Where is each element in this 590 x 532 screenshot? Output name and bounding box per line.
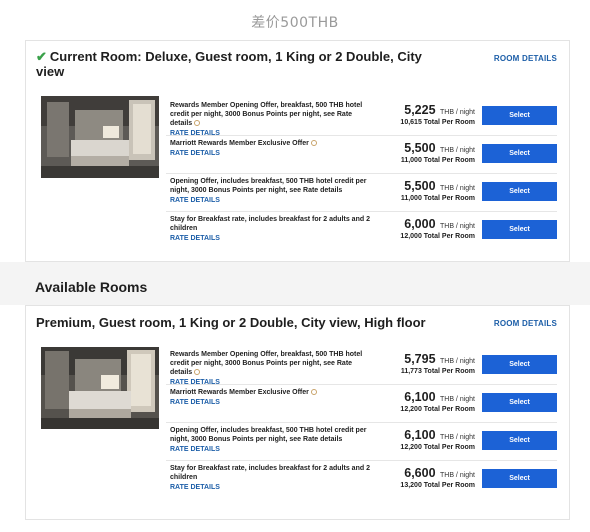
nightly-price: 6,100 [404,390,436,404]
rate-description: Opening Offer, includes breakfast, 500 T… [170,177,375,205]
rate-description: Rewards Member Opening Offer, breakfast,… [170,350,375,387]
offer-tag-icon [310,389,317,396]
price-block: 5,225 THB / night 10,615 Total Per Room [400,101,475,126]
rate-description-text: Opening Offer, includes breakfast, 500 T… [170,427,367,443]
price-block: 6,000 THB / night 12,000 Total Per Room [400,215,475,240]
price-block: 6,100 THB / night 12,200 Total Per Room [400,388,475,413]
rate-description: Opening Offer, includes breakfast, 500 T… [170,426,375,454]
nightly-price: 6,100 [404,428,436,442]
nightly-price: 6,000 [404,217,436,231]
select-button[interactable]: Select [482,182,557,201]
rate-details-link[interactable]: RATE DETAILS [170,445,375,454]
offer-tag-icon [194,369,201,376]
current-room-panel: ✔ Current Room: Deluxe, Guest room, 1 Kin… [25,40,570,262]
select-button[interactable]: Select [482,355,557,374]
nightly-price: 6,600 [404,466,436,480]
rate-details-link[interactable]: RATE DETAILS [170,483,375,492]
available-room-panel: Premium, Guest room, 1 King or 2 Double,… [25,305,570,520]
rate-details-link[interactable]: RATE DETAILS [170,149,375,158]
total-price: 11,000 Total Per Room [400,195,475,202]
rate-row: Stay for Breakfast rate, includes breakf… [166,212,557,250]
nightly-price: 5,225 [404,103,436,117]
select-button[interactable]: Select [482,469,557,488]
rate-description-text: Stay for Breakfast rate, includes breakf… [170,216,370,232]
nightly-price: 5,500 [404,141,436,155]
total-price: 12,200 Total Per Room [400,444,475,451]
select-button[interactable]: Select [482,431,557,450]
select-button[interactable]: Select [482,106,557,125]
rate-row: Rewards Member Opening Offer, breakfast,… [166,347,557,387]
price-block: 5,500 THB / night 11,000 Total Per Room [401,139,475,164]
rate-details-link[interactable]: RATE DETAILS [170,196,375,205]
total-price: 13,200 Total Per Room [400,482,475,489]
price-unit: THB / night [439,396,475,403]
current-room-photo [41,96,159,178]
total-price: 11,773 Total Per Room [400,368,475,375]
rate-description: Rewards Member Opening Offer, breakfast,… [170,101,375,138]
rate-description: Marriott Rewards Member Exclusive Offer … [170,388,375,407]
page-caption: 差价500THB [251,15,339,31]
price-block: 5,500 THB / night 11,000 Total Per Room [401,177,475,202]
price-unit: THB / night [439,147,475,154]
nightly-price: 5,500 [404,179,436,193]
nightly-price: 5,795 [404,352,436,366]
total-price: 10,615 Total Per Room [400,119,475,126]
rate-description-text: Stay for Breakfast rate, includes breakf… [170,465,370,481]
rate-description: Stay for Breakfast rate, includes breakf… [170,215,375,243]
price-unit: THB / night [439,109,475,116]
rate-row: Marriott Rewards Member Exclusive Offer … [166,385,557,423]
rate-row: Stay for Breakfast rate, includes breakf… [166,461,557,499]
total-price: 12,000 Total Per Room [400,233,475,240]
select-button[interactable]: Select [482,220,557,239]
rate-description: Marriott Rewards Member Exclusive Offer … [170,139,375,158]
rate-description: Stay for Breakfast rate, includes breakf… [170,464,375,492]
available-room-title: Premium, Guest room, 1 King or 2 Double,… [36,315,426,330]
current-room-rates: Rewards Member Opening Offer, breakfast,… [166,98,557,250]
offer-tag-icon [310,140,317,147]
offer-tag-icon [194,120,201,127]
select-button[interactable]: Select [482,393,557,412]
rate-row: Marriott Rewards Member Exclusive Offer … [166,136,557,174]
current-room-details-link[interactable]: ROOM DETAILS [494,54,557,63]
rate-description-text: Marriott Rewards Member Exclusive Offer [170,389,309,396]
total-price: 11,000 Total Per Room [400,157,475,164]
rate-description-text: Opening Offer, includes breakfast, 500 T… [170,178,367,194]
rate-row: Opening Offer, includes breakfast, 500 T… [166,423,557,461]
available-rooms-heading: Available Rooms [35,279,148,295]
price-unit: THB / night [439,434,475,441]
total-price: 12,200 Total Per Room [400,406,475,413]
price-unit: THB / night [439,358,475,365]
available-room-rates: Rewards Member Opening Offer, breakfast,… [166,347,557,499]
rate-details-link[interactable]: RATE DETAILS [170,234,375,243]
price-block: 5,795 THB / night 11,773 Total Per Room [401,350,475,375]
available-room-photo [41,347,159,429]
price-block: 6,600 THB / night 13,200 Total Per Room [400,464,475,489]
current-room-title: ✔ Current Room: Deluxe, Guest room, 1 Kin… [36,49,426,79]
price-unit: THB / night [439,185,475,192]
select-button[interactable]: Select [482,144,557,163]
rate-row: Opening Offer, includes breakfast, 500 T… [166,174,557,212]
price-unit: THB / night [439,472,475,479]
rate-description-text: Marriott Rewards Member Exclusive Offer [170,140,309,147]
checkmark-icon: ✔ [36,49,47,64]
current-room-title-text: Current Room: Deluxe, Guest room, 1 King… [36,49,422,79]
price-unit: THB / night [439,223,475,230]
rate-row: Rewards Member Opening Offer, breakfast,… [166,98,557,138]
rate-details-link[interactable]: RATE DETAILS [170,398,375,407]
available-room-details-link[interactable]: ROOM DETAILS [494,319,557,328]
price-block: 6,100 THB / night 12,200 Total Per Room [400,426,475,451]
